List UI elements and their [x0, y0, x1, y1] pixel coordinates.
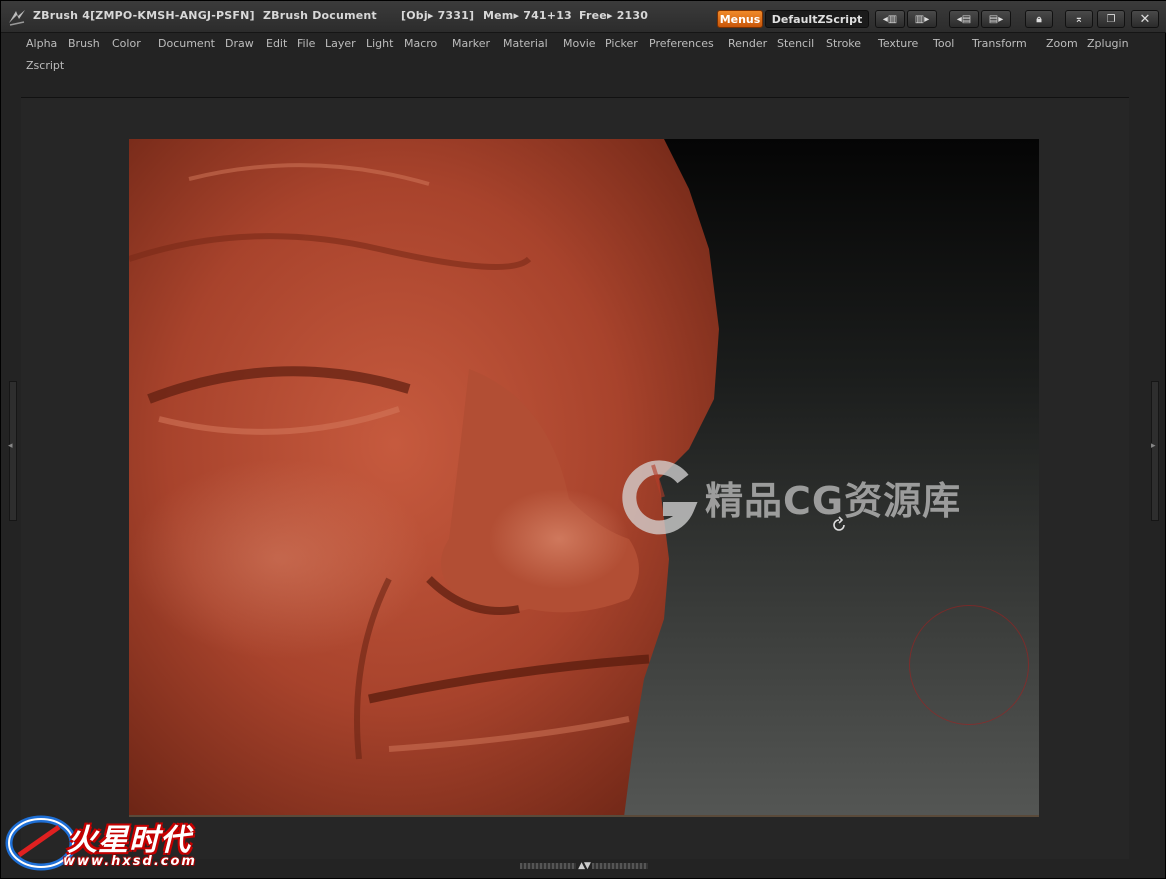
menu-draw[interactable]: Draw: [225, 37, 254, 50]
tray-grip-left: [520, 862, 577, 869]
menu-texture[interactable]: Texture: [878, 37, 918, 50]
slider-right-icon[interactable]: ▥▸: [907, 10, 937, 28]
menu-zscript[interactable]: Zscript: [26, 59, 64, 72]
layout-next-icon[interactable]: ▤▸: [981, 10, 1011, 28]
menu-alpha[interactable]: Alpha: [26, 37, 57, 50]
hxsd-url: www.hxsd.com: [63, 854, 197, 869]
minimize-icon[interactable]: ⌅: [1065, 10, 1093, 28]
zbrush-logo-icon: [9, 10, 25, 26]
default-zscript-button[interactable]: DefaultZScript: [765, 10, 869, 28]
menu-layer[interactable]: Layer: [325, 37, 356, 50]
menu-stencil[interactable]: Stencil: [777, 37, 814, 50]
close-icon[interactable]: ✕: [1131, 10, 1159, 28]
brush-cursor: [909, 605, 1029, 725]
document-canvas[interactable]: 精品CG资源库: [129, 139, 1039, 817]
menu-movie[interactable]: Movie: [563, 37, 596, 50]
restore-icon[interactable]: ❐: [1097, 10, 1125, 28]
title-bar: ZBrush 4[ZMPO-KMSH-ANGJ-PSFN] ZBrush Doc…: [1, 1, 1166, 33]
menus-toggle-button[interactable]: Menus: [717, 10, 763, 28]
menu-tool[interactable]: Tool: [933, 37, 954, 50]
menu-edit[interactable]: Edit: [266, 37, 287, 50]
tray-grip-right: [591, 862, 648, 869]
main-menu-bar: Alpha Brush Color Document Draw Edit Fil…: [21, 33, 1131, 81]
cg-watermark-logo-icon: [622, 460, 698, 535]
cg-watermark: 精品CG资源库: [617, 457, 961, 537]
menu-macro[interactable]: Macro: [404, 37, 437, 50]
obj-info: [Obj▸ 7331]: [401, 9, 475, 22]
menu-material[interactable]: Material: [503, 37, 548, 50]
zbrush-window: ZBrush 4[ZMPO-KMSH-ANGJ-PSFN] ZBrush Doc…: [0, 0, 1166, 879]
left-tray-handle[interactable]: [9, 381, 17, 521]
menu-file[interactable]: File: [297, 37, 315, 50]
menu-zoom[interactable]: Zoom: [1046, 37, 1078, 50]
lock-icon[interactable]: 🔒︎: [1025, 10, 1053, 28]
left-tray-arrow-icon[interactable]: ◂: [8, 441, 13, 451]
mem-info: Mem▸ 741+13: [483, 9, 572, 22]
menu-marker[interactable]: Marker: [452, 37, 490, 50]
menu-brush[interactable]: Brush: [68, 37, 100, 50]
right-tray-handle[interactable]: [1151, 381, 1159, 521]
menu-zplugin[interactable]: Zplugin: [1087, 37, 1129, 50]
menu-color[interactable]: Color: [112, 37, 141, 50]
tray-toggle-arrows-icon[interactable]: ▲▼: [578, 861, 591, 871]
menu-transform[interactable]: Transform: [972, 37, 1027, 50]
free-info: Free▸ 2130: [579, 9, 649, 22]
menu-picker[interactable]: Picker: [605, 37, 638, 50]
layout-prev-icon[interactable]: ◂▤: [949, 10, 979, 28]
menu-document[interactable]: Document: [158, 37, 215, 50]
document-name: ZBrush Document: [263, 9, 377, 22]
menu-light[interactable]: Light: [366, 37, 393, 50]
menu-preferences[interactable]: Preferences: [649, 37, 714, 50]
menu-render[interactable]: Render: [728, 37, 767, 50]
app-title: ZBrush 4[ZMPO-KMSH-ANGJ-PSFN]: [33, 9, 255, 22]
watermark-text: 精品CG资源库: [705, 478, 962, 523]
slider-left-icon[interactable]: ◂▥: [875, 10, 905, 28]
hxsd-brand-name: 火星时代: [67, 823, 191, 858]
right-tray-arrow-icon[interactable]: ▸: [1151, 441, 1156, 451]
bottom-tray-handle[interactable]: ▲▼: [511, 861, 657, 871]
menu-stroke[interactable]: Stroke: [826, 37, 861, 50]
